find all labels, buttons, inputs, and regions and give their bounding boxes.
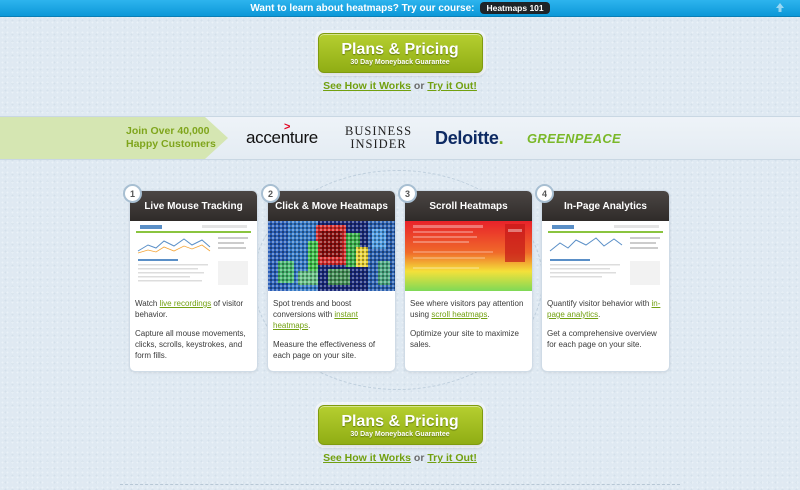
greenpeace-wordmark: GREENPEACE	[527, 130, 622, 146]
plans-pricing-button[interactable]: Plans & Pricing 30 Day Moneyback Guarant…	[317, 405, 483, 445]
accenture-mark-icon: >	[284, 121, 291, 133]
customers-line1: Join Over 40,000	[126, 125, 210, 137]
feature-paragraph-2: Capture all mouse movements, clicks, scr…	[135, 329, 246, 360]
try-it-link[interactable]: Try it Out!	[427, 452, 477, 464]
step-number: 1	[123, 184, 142, 203]
step-number: 3	[398, 184, 417, 203]
cta-top: Plans & Pricing 30 Day Moneyback Guarant…	[0, 33, 800, 92]
business-insider-line2: INSIDER	[350, 137, 407, 151]
live-recordings-link[interactable]: live recordings	[160, 299, 212, 308]
feature-paragraph-2: Measure the effectiveness of each page o…	[273, 340, 376, 360]
try-it-link[interactable]: Try it Out!	[427, 80, 477, 92]
customers-line2: Happy Customers	[126, 138, 216, 150]
feature-title[interactable]: Scroll Heatmaps	[405, 191, 532, 221]
feature-paragraph-1: See where visitors pay attention using s…	[410, 298, 526, 320]
feature-title[interactable]: Live Mouse Tracking	[130, 191, 257, 221]
heatmap-thumbnail[interactable]	[268, 221, 395, 291]
feature-paragraph-1: Spot trends and boost conversions with i…	[273, 298, 389, 331]
scroll-heatmaps-link[interactable]: scroll heatmaps	[431, 310, 487, 319]
accenture-logo: accenture >	[246, 117, 318, 159]
banner-text: Want to learn about heatmaps? Try our co…	[250, 2, 475, 14]
feature-card-scroll-heatmaps: 3 Scroll Heatmaps See where visitors pay…	[398, 184, 532, 371]
feature-description: Spot trends and boost conversions with i…	[268, 291, 395, 361]
feature-title[interactable]: Click & Move Heatmaps	[268, 191, 395, 221]
text: .	[487, 310, 490, 319]
cta-links: See How it Works or Try it Out!	[0, 80, 800, 92]
top-banner: Want to learn about heatmaps? Try our co…	[0, 0, 800, 17]
greenpeace-logo: GREENPEACE	[527, 117, 621, 159]
step-number: 2	[261, 184, 280, 203]
arrow-up-icon[interactable]	[774, 2, 786, 14]
plans-pricing-label: Plans & Pricing	[341, 413, 459, 430]
see-how-link[interactable]: See How it Works	[323, 452, 411, 464]
feature-description: See where visitors pay attention using s…	[405, 291, 532, 350]
text: .	[598, 310, 601, 319]
business-insider-logo: BUSINESS INSIDER	[345, 117, 412, 159]
moneyback-label: 30 Day Moneyback Guarantee	[350, 431, 450, 438]
deloitte-wordmark: Deloitte	[435, 127, 499, 148]
feature-card-live-mouse-tracking: 1 Live Mouse Tracking Watch live recordi…	[123, 184, 257, 371]
see-how-link[interactable]: See How it Works	[323, 80, 411, 92]
moneyback-label: 30 Day Moneyback Guarantee	[350, 59, 450, 66]
text: Quantify visitor behavior with	[547, 299, 652, 308]
footer-divider	[120, 484, 680, 485]
scroll-heatmap-thumbnail[interactable]	[405, 221, 532, 291]
step-number: 4	[535, 184, 554, 203]
course-badge-link[interactable]: Heatmaps 101	[480, 2, 550, 14]
feature-paragraph-2: Optimize your site to maximize sales.	[410, 329, 519, 349]
deloitte-logo: Deloitte.	[435, 117, 504, 159]
feature-paragraph-1: Quantify visitor behavior with in-page a…	[547, 298, 663, 320]
text: .	[308, 321, 311, 330]
plans-pricing-button[interactable]: Plans & Pricing 30 Day Moneyback Guarant…	[317, 33, 483, 73]
accenture-wordmark: accenture	[246, 128, 318, 147]
feature-description: Quantify visitor behavior with in-page a…	[542, 291, 669, 350]
or-text: or	[413, 80, 428, 92]
plans-pricing-label: Plans & Pricing	[341, 41, 459, 58]
feature-card-in-page-analytics: 4 In-Page Analytics Quantify visitor beh…	[535, 184, 669, 371]
cta-bottom: Plans & Pricing 30 Day Moneyback Guarant…	[0, 405, 800, 464]
cta-links: See How it Works or Try it Out!	[0, 452, 800, 464]
feature-paragraph-2: Get a comprehensive overview for each pa…	[547, 329, 657, 349]
feature-description: Watch live recordings of visitor behavio…	[130, 291, 257, 361]
analytics-screenshot-thumbnail[interactable]	[130, 221, 257, 291]
deloitte-dot: .	[498, 127, 504, 148]
customers-ribbon: Join Over 40,000 Happy Customers	[0, 117, 228, 159]
or-text: or	[413, 452, 428, 464]
text: Watch	[135, 299, 160, 308]
in-page-analytics-thumbnail[interactable]	[542, 221, 669, 291]
feature-paragraph-1: Watch live recordings of visitor behavio…	[135, 298, 251, 320]
feature-card-click-move-heatmaps: 2 Click & Move Heatmaps Spot trends and …	[261, 184, 395, 371]
customers-band: Join Over 40,000 Happy Customers accentu…	[0, 116, 800, 160]
feature-title[interactable]: In-Page Analytics	[542, 191, 669, 221]
